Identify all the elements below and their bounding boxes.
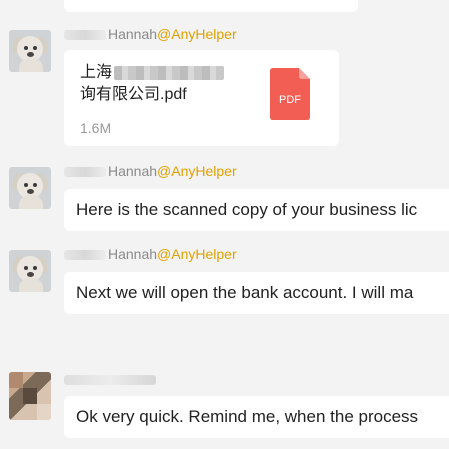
redacted-name: [64, 167, 106, 178]
text-message-bubble[interactable]: Next we will open the bank account. I wi…: [64, 272, 449, 314]
text-message-bubble[interactable]: Ok very quick. Remind me, when the proce…: [64, 396, 449, 438]
sender-name[interactable]: Hannah@AnyHelper: [64, 245, 237, 263]
previous-message-bubble[interactable]: [64, 0, 358, 12]
avatar[interactable]: [9, 250, 51, 292]
avatar[interactable]: [9, 30, 51, 72]
pdf-label: PDF: [279, 94, 301, 106]
redacted-sender-name[interactable]: [64, 375, 156, 385]
avatar[interactable]: [9, 372, 51, 420]
file-size: 1.6M: [80, 120, 112, 136]
sender-name[interactable]: Hannah@AnyHelper: [64, 162, 237, 180]
avatar[interactable]: [9, 167, 51, 209]
pdf-file-icon: PDF: [270, 68, 310, 120]
text-message-bubble[interactable]: Here is the scanned copy of your busines…: [64, 189, 449, 231]
redacted-text: [114, 65, 225, 80]
file-message-bubble[interactable]: 上海 询有限公司.pdf 1.6M PDF: [64, 50, 339, 146]
sender-name[interactable]: Hannah@AnyHelper: [64, 25, 237, 43]
file-name: 上海 询有限公司.pdf: [80, 62, 250, 106]
redacted-name: [64, 30, 106, 41]
redacted-name: [64, 250, 106, 261]
